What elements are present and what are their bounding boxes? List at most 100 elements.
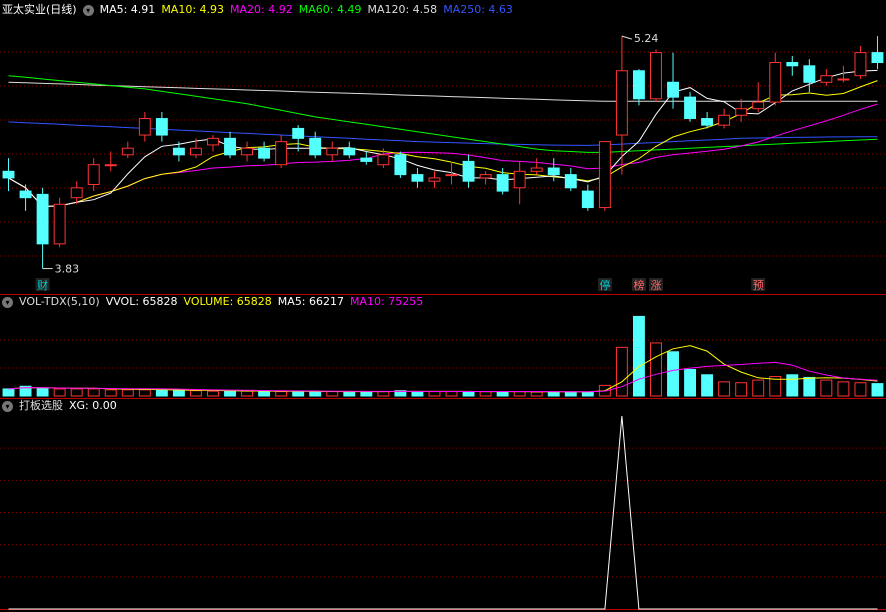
candle-body [598, 141, 611, 209]
volume-bar [752, 379, 765, 397]
volume-bar [104, 389, 117, 397]
candle-body [479, 174, 492, 179]
ma120-line [8, 81, 878, 102]
candle-body [650, 52, 662, 100]
volume-bar [87, 388, 100, 397]
ma20-line [8, 103, 878, 208]
candle-body [854, 52, 867, 77]
volume-bar [258, 390, 271, 397]
volume-bar [241, 390, 254, 397]
candle-body [309, 137, 322, 156]
volume-bar [343, 391, 356, 397]
volume-bar [479, 391, 492, 397]
volume-bar [70, 388, 83, 397]
candle-body [820, 75, 833, 83]
candle-body [155, 118, 168, 136]
candle-body [326, 147, 339, 156]
volume-bar [701, 374, 714, 397]
candle-body [70, 187, 83, 199]
candle-body [735, 108, 748, 116]
candle-body [428, 177, 441, 182]
volume-bar [820, 379, 833, 397]
candle-body [411, 174, 424, 182]
candle-body [530, 167, 543, 172]
volume-bar [360, 391, 373, 397]
candle-body [496, 174, 509, 192]
volume-bar [411, 391, 424, 397]
volume-bar [326, 391, 339, 397]
candle-body [632, 70, 645, 100]
candle-body [87, 164, 100, 185]
volume-bar [462, 391, 475, 397]
candle-body [718, 114, 731, 126]
ma250-line [8, 121, 878, 146]
volume-ma10-line [8, 361, 878, 393]
candle-body [445, 174, 458, 177]
candle-body [53, 203, 66, 245]
volume-bar [121, 389, 134, 397]
candle-body [189, 147, 202, 156]
volume-bar [735, 382, 748, 397]
volume-bar [155, 389, 168, 397]
candle-body [701, 118, 714, 126]
candle-body [667, 81, 679, 98]
high-price-pointer [621, 35, 633, 40]
ma60-line [8, 75, 878, 153]
candle-body [19, 190, 32, 199]
volume-bar [496, 391, 509, 397]
volume-bar [615, 346, 628, 397]
candle-body [275, 141, 288, 166]
event-marker: 财 [37, 278, 48, 292]
candle-body [581, 190, 594, 209]
volume-ma5-line [8, 345, 878, 393]
candle-body [360, 157, 373, 162]
stock-chart[interactable]: 5.24 3.83 财 停 榜涨 预 [0, 0, 886, 612]
volume-bar [547, 391, 560, 397]
event-marker: 涨 [650, 279, 661, 292]
volume-bar [581, 391, 594, 397]
volume-bar [667, 351, 679, 397]
candle-body [258, 147, 271, 159]
candle-body [377, 154, 390, 166]
candle-body [837, 78, 850, 81]
candle-body [241, 147, 254, 156]
candle-body [104, 164, 117, 167]
volume-bar [564, 391, 577, 397]
candle-body [803, 65, 816, 83]
volume-bar [445, 391, 458, 397]
candle-body [462, 160, 475, 182]
volume-bar [309, 391, 322, 397]
candle-body [871, 52, 884, 64]
candle-body [786, 62, 799, 67]
volume-bar [224, 390, 236, 397]
volume-bar [292, 391, 305, 397]
volume-bar [377, 391, 390, 397]
volume-bar [530, 391, 543, 397]
candle-body [138, 118, 151, 136]
candle-body [343, 147, 356, 156]
candle-body [547, 167, 560, 176]
volume-bar [53, 388, 66, 397]
candle-body [769, 62, 782, 103]
volume-bar [36, 387, 49, 397]
candle-body [2, 170, 15, 179]
candle-body [564, 174, 577, 189]
candle-body [684, 96, 697, 120]
candle-body [121, 147, 134, 156]
volume-bar [138, 389, 151, 397]
volume-bar [513, 391, 526, 397]
candle-body [172, 147, 185, 156]
volume-bar [275, 391, 288, 397]
high-price-label: 5.24 [634, 32, 659, 45]
volume-bar [172, 390, 185, 397]
event-marker: 预 [753, 279, 764, 292]
candle-body [207, 137, 219, 146]
volume-bar [189, 390, 202, 397]
volume-bar [718, 381, 731, 397]
volume-bar [684, 368, 697, 397]
volume-bar [803, 376, 816, 397]
volume-bar [2, 388, 15, 397]
event-marker: 榜 [633, 278, 644, 292]
candle-body [36, 193, 49, 245]
volume-bar [207, 390, 219, 397]
